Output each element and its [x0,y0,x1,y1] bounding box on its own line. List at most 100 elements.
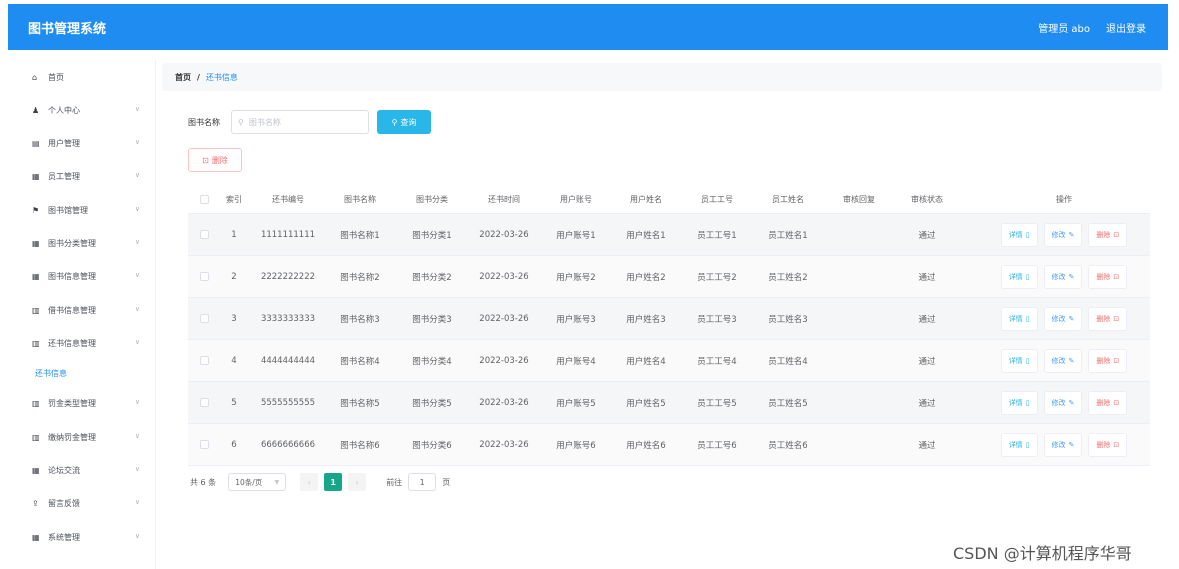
sidebar-item-profile[interactable]: ♟ 个人中心 ∨ [8,100,156,120]
next-page-button[interactable]: › [348,473,367,491]
row-checkbox-cell [193,214,215,255]
trash-icon: ⊡ [1113,230,1120,239]
home-icon: ⌂ [32,72,38,82]
sidebar-item-label: 首页 [48,72,64,82]
edit-icon: ✎ [1068,230,1075,239]
row-actions: 详情 ▯ 修改 ✎ 删除 ⊡ [983,298,1145,339]
cell-staff-name: 员工姓名3 [768,314,808,325]
cell-review-status: 通过 [918,398,936,409]
row-checkbox[interactable] [199,272,209,281]
chevron-down-icon: ∨ [134,498,140,506]
cell-return-time: 2022-03-26 [479,229,529,240]
delete-button[interactable]: 删除 ⊡ [1088,306,1128,331]
cell-review-reply [825,256,893,297]
chevron-down-icon: ∨ [134,171,140,179]
chevron-down-icon: ∨ [134,338,140,346]
admin-user-label[interactable]: 管理员 abo [1038,20,1090,35]
trash-icon: ⊡ [1113,314,1120,323]
grid-icon: ▦ [32,271,40,281]
goto-label: 前往 [386,477,403,487]
detail-button[interactable]: 详情 ▯ [1000,390,1038,415]
delete-button[interactable]: 删除 ⊡ [1088,390,1128,415]
detail-button[interactable]: 详情 ▯ [1000,222,1038,247]
sidebar-item-library[interactable]: ⚑ 图书馆管理 ∨ [8,200,156,220]
sidebar-item-users[interactable]: ▤ 用户管理 ∨ [8,133,156,153]
delete-button-label: 删除 [1096,440,1111,449]
sidebar-item-system[interactable]: ▦ 系统管理 ∨ [8,527,156,547]
delete-button[interactable]: 删除 ⊡ [1088,222,1128,247]
row-checkbox[interactable] [199,440,209,449]
cell-user-account: 用户账号5 [556,398,596,409]
sidebar-item-return[interactable]: ▥ 还书信息管理 ∨ [8,333,156,353]
cell-staff-name: 员工姓名1 [768,230,808,241]
cell-book-name: 图书名称4 [340,356,380,367]
edit-button[interactable]: 修改 ✎ [1043,306,1083,331]
cell-review-status: 通过 [918,272,936,283]
logout-link[interactable]: 退出登录 [1106,20,1146,35]
edit-button[interactable]: 修改 ✎ [1043,390,1083,415]
edit-button-label: 修改 [1051,398,1066,407]
row-checkbox[interactable] [199,398,209,407]
edit-button[interactable]: 修改 ✎ [1043,432,1083,457]
sidebar-item-feedback[interactable]: ⇪ 留言反馈 ∨ [8,493,156,513]
chevron-down-icon: ∨ [134,398,140,406]
document-icon: ▯ [1025,314,1030,323]
goto-page-input[interactable]: 1 [408,473,437,491]
sidebar-item-borrow[interactable]: ▥ 借书信息管理 ∨ [8,300,156,320]
column-header: 图书名称 [344,195,376,204]
page-number-current[interactable]: 1 [324,473,343,491]
detail-button[interactable]: 详情 ▯ [1000,306,1038,331]
page-size-select[interactable]: 10条/页 ▼ [228,473,287,491]
detail-button-label: 详情 [1008,440,1023,449]
prev-page-button[interactable]: ‹ [300,473,319,491]
breadcrumb-home[interactable]: 首页 [175,72,191,83]
column-header: 图书分类 [416,195,448,204]
delete-button[interactable]: 删除 ⊡ [1088,264,1128,289]
detail-button-label: 详情 [1008,230,1023,239]
detail-button[interactable]: 详情 ▯ [1000,264,1038,289]
cell-staff-name: 员工姓名2 [768,272,808,283]
sidebar-item-staff[interactable]: ▦ 员工管理 ∨ [8,166,156,186]
detail-button[interactable]: 详情 ▯ [1000,432,1038,457]
sidebar-item-label: 论坛交流 [48,465,80,475]
sidebar-item-fine-payment[interactable]: ▥ 缴纳罚金管理 ∨ [8,427,156,447]
row-checkbox-cell [193,298,215,339]
edit-button[interactable]: 修改 ✎ [1043,222,1083,247]
cell-staff-no: 员工工号3 [697,314,737,325]
pagination-total: 共 6 条 [190,477,217,487]
edit-button-label: 修改 [1051,230,1066,239]
row-checkbox-cell [193,424,215,465]
chevron-down-icon: ∨ [134,465,140,473]
delete-button[interactable]: 删除 ⊡ [1088,348,1128,373]
sidebar-item-book-info[interactable]: ▦ 图书信息管理 ∨ [8,266,156,286]
trash-icon: ⊡ [202,155,209,165]
row-checkbox[interactable] [199,356,209,365]
book-name-search-input[interactable]: ⚲ 图书名称 [231,110,369,134]
sidebar-item-home[interactable]: ⌂ 首页 [8,67,156,87]
sidebar-subitem-return-info[interactable]: 还书信息 [8,364,156,382]
row-checkbox[interactable] [199,230,209,239]
cell-review-status: 通过 [918,356,936,367]
cell-user-name: 用户姓名3 [626,314,666,325]
cell-review-reply [825,214,893,255]
batch-delete-button[interactable]: ⊡ 删除 [188,148,242,172]
cell-book-name: 图书名称5 [340,398,380,409]
column-header: 用户姓名 [630,195,662,204]
sidebar-item-label: 系统管理 [48,532,80,542]
row-checkbox[interactable] [199,314,209,323]
sidebar-item-book-category[interactable]: ▦ 图书分类管理 ∨ [8,233,156,253]
edit-button[interactable]: 修改 ✎ [1043,264,1083,289]
cell-user-account: 用户账号3 [556,314,596,325]
sidebar-item-fine-type[interactable]: ▥ 罚金类型管理 ∨ [8,393,156,413]
delete-button[interactable]: 删除 ⊡ [1088,432,1128,457]
sidebar-item-forum[interactable]: ▦ 论坛交流 ∨ [8,460,156,480]
cell-book-name: 图书名称3 [340,314,380,325]
search-button-label: 查询 [400,117,417,127]
cell-book-category: 图书分类3 [412,314,452,325]
search-button[interactable]: ⚲ 查询 [377,110,431,134]
select-all-checkbox[interactable] [199,195,209,204]
app-title: 图书管理系统 [28,21,107,37]
cell-book-category: 图书分类1 [412,230,452,241]
detail-button[interactable]: 详情 ▯ [1000,348,1038,373]
edit-button[interactable]: 修改 ✎ [1043,348,1083,373]
